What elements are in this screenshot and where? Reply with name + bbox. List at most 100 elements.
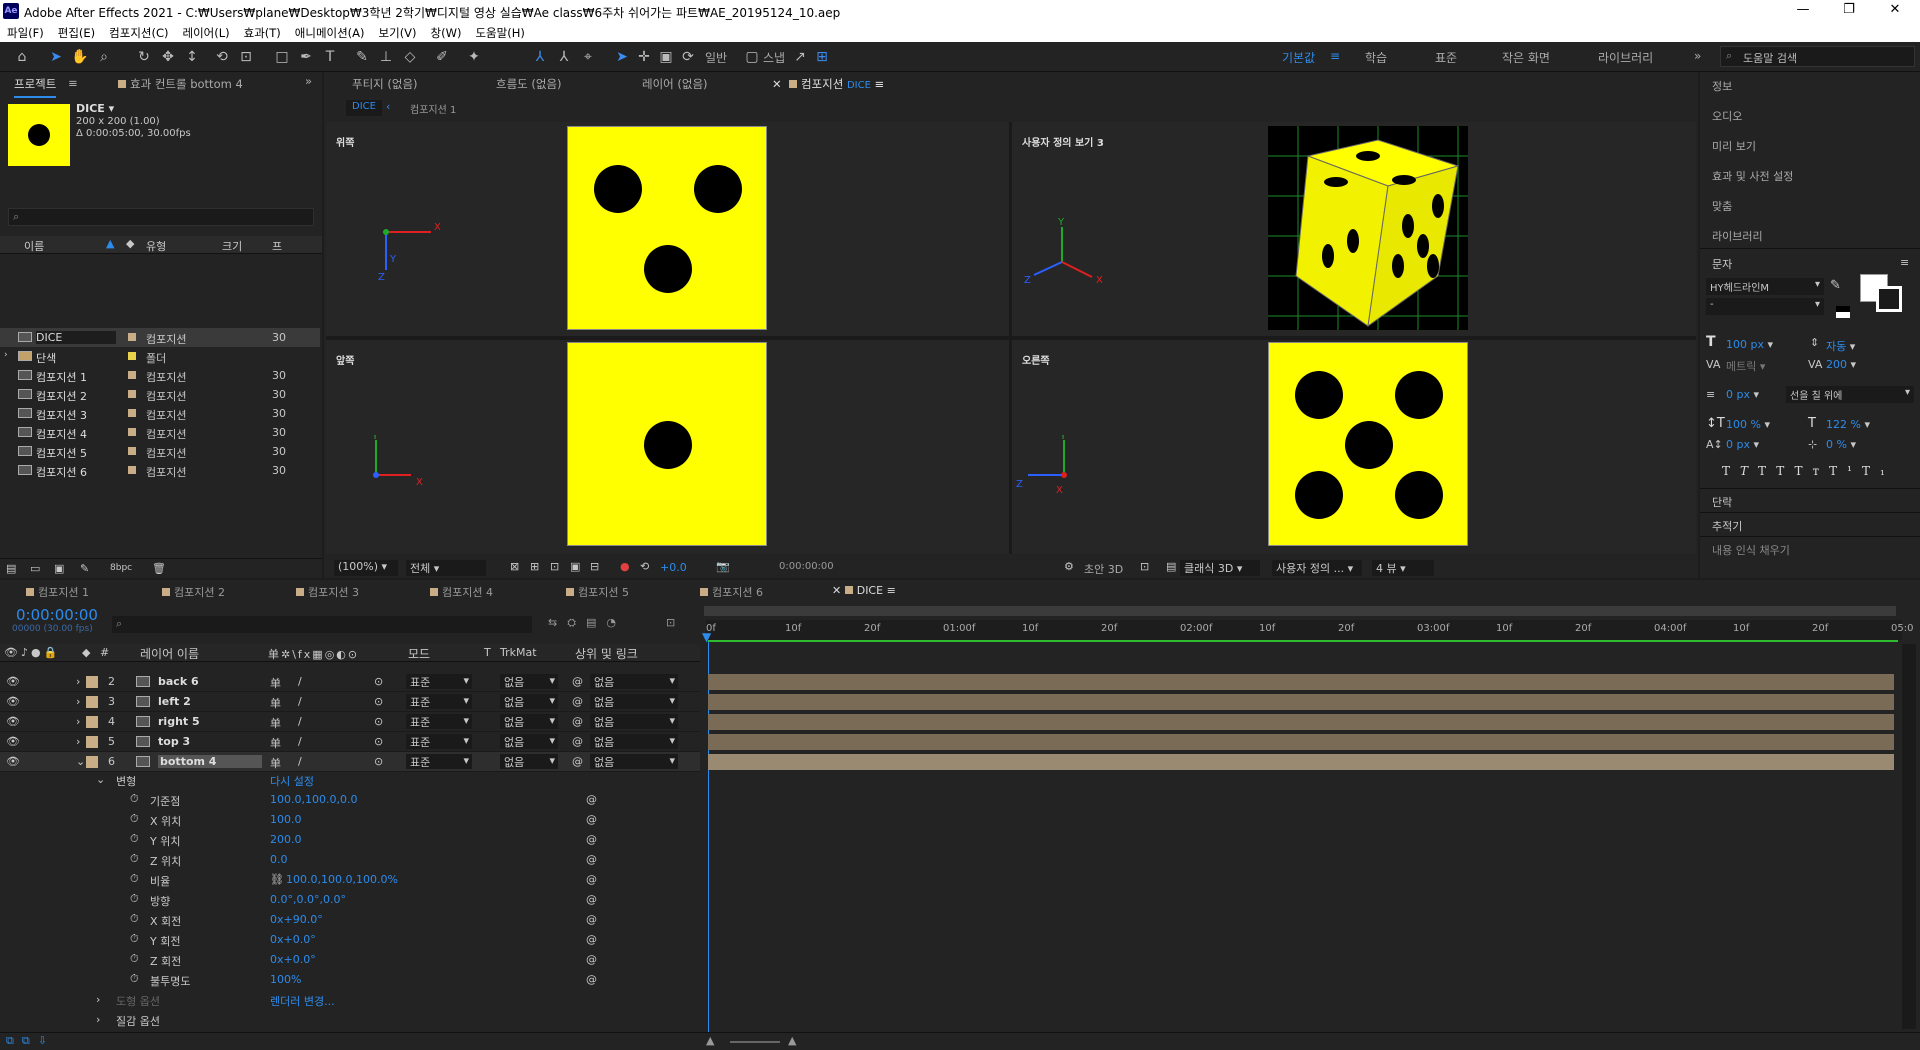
local-axis-icon[interactable]: ⅄: [530, 47, 550, 67]
blend-mode-dropdown[interactable]: 표준 ▾: [406, 674, 472, 689]
footer-toggle-icons[interactable]: ⧉⧉⇩: [6, 1034, 55, 1048]
baseline-value[interactable]: 0 px ▾: [1726, 438, 1759, 451]
layer-duration-bar[interactable]: [708, 734, 1894, 750]
layer-duration-bar[interactable]: [708, 694, 1894, 710]
label-swatch[interactable]: [128, 409, 136, 417]
stopwatch-icon[interactable]: ⏱: [130, 812, 139, 826]
project-row[interactable]: 컴포지션 6 컴포지션 30: [0, 461, 320, 480]
col-name[interactable]: 이름: [24, 238, 44, 254]
eye-icon[interactable]: 👁: [6, 695, 20, 708]
brush-tool-icon[interactable]: ✎: [352, 47, 372, 67]
tab-footage[interactable]: 푸티지 (없음): [352, 76, 418, 98]
property-value[interactable]: 100%: [270, 973, 301, 986]
project-row[interactable]: 컴포지션 2 컴포지션 30: [0, 385, 320, 404]
snap-target-icon[interactable]: ⊞: [812, 47, 832, 67]
property-value[interactable]: 0.0°,0.0°,0.0°: [270, 893, 346, 906]
label-swatch[interactable]: [128, 333, 136, 341]
layer-duration-bar[interactable]: [708, 714, 1894, 730]
expression-pickwhip-icon[interactable]: @: [586, 973, 597, 986]
timeline-switches[interactable]: ⇆⛭▤◔: [548, 616, 626, 630]
trackmatte-dropdown[interactable]: 없음 ▾: [500, 674, 558, 689]
snap-checkbox[interactable]: ▢: [742, 47, 762, 67]
col-t[interactable]: T: [484, 646, 491, 659]
default-colors-icon[interactable]: [1836, 306, 1850, 318]
content-aware-fill-title[interactable]: 내용 인식 채우기: [1712, 542, 1790, 558]
layer-duration-bar[interactable]: [708, 674, 1894, 690]
eye-icon[interactable]: 👁: [6, 675, 20, 688]
dolly-camera-icon[interactable]: ↕: [182, 47, 202, 67]
grid-icon[interactable]: ⊟: [590, 560, 599, 573]
zoom-tool-icon[interactable]: ⌕: [94, 47, 114, 67]
workspace-overflow-icon[interactable]: »: [1694, 49, 1701, 63]
rectangle-tool-icon[interactable]: □: [272, 47, 292, 67]
comp-name[interactable]: DICE ▾: [76, 102, 114, 115]
workspace-standard[interactable]: 표준: [1435, 49, 1457, 66]
expression-pickwhip-icon[interactable]: @: [586, 913, 597, 926]
world-axis-icon[interactable]: ⅄: [554, 47, 574, 67]
tab-effect-controls[interactable]: 효과 컨트롤 bottom 4: [130, 77, 243, 91]
right-panel-item[interactable]: 오디오: [1712, 108, 1742, 124]
shy-icon[interactable]: 单: [270, 735, 281, 751]
quality-icon[interactable]: /: [298, 755, 302, 768]
tracker-title[interactable]: 추적기: [1712, 518, 1742, 534]
renderer-dropdown[interactable]: 클래식 3D ▾: [1180, 560, 1260, 576]
kerning-value[interactable]: 메트릭 ▾: [1726, 358, 1765, 374]
vertical-scale-value[interactable]: 100 % ▾: [1726, 418, 1770, 431]
3d-layer-icon[interactable]: ⊙: [374, 735, 383, 748]
dice-face-front[interactable]: [567, 342, 767, 546]
home-icon[interactable]: ⌂: [12, 47, 32, 67]
expression-pickwhip-icon[interactable]: @: [586, 853, 597, 866]
tab-menu-icon[interactable]: ≡: [887, 584, 896, 597]
blend-mode-dropdown[interactable]: 표준 ▾: [406, 754, 472, 769]
trash-icon[interactable]: 🗑: [152, 562, 166, 575]
clone-stamp-icon[interactable]: ⊥: [376, 47, 396, 67]
quality-icon[interactable]: /: [298, 675, 302, 688]
workspace-learn[interactable]: 학습: [1365, 49, 1387, 66]
property-value[interactable]: 100.0: [270, 813, 302, 826]
orbit-camera-icon[interactable]: ↻: [134, 47, 154, 67]
menu-composition[interactable]: 컴포지션(C): [102, 22, 175, 44]
timeline-tab[interactable]: ✕ DICE ≡: [832, 584, 896, 597]
trackmatte-dropdown[interactable]: 없음 ▾: [500, 714, 558, 729]
menu-effect[interactable]: 효과(T): [237, 22, 288, 44]
col-layer-name[interactable]: 레이어 이름: [140, 645, 199, 662]
menu-view[interactable]: 보기(V): [372, 22, 424, 44]
workspace-small-screen[interactable]: 작은 화면: [1502, 49, 1550, 66]
breadcrumb-active[interactable]: DICE: [346, 100, 382, 116]
expression-pickwhip-icon[interactable]: @: [586, 933, 597, 946]
graph-editor-icon[interactable]: ⊡: [666, 616, 675, 629]
view-layout-dropdown[interactable]: 4 뷰 ▾: [1372, 560, 1434, 576]
renderer-change-link[interactable]: 렌더러 변경...: [270, 993, 335, 1009]
viewer-timecode[interactable]: 0:00:00:00: [779, 561, 834, 572]
expression-pickwhip-icon[interactable]: @: [586, 833, 597, 846]
timeline-tab[interactable]: 컴포지션 3: [296, 584, 359, 600]
stopwatch-icon[interactable]: ⏱: [130, 892, 139, 906]
mask-icon[interactable]: ⊡: [550, 560, 559, 573]
project-row[interactable]: › 단색 폴더: [0, 347, 320, 366]
eraser-tool-icon[interactable]: ◇: [400, 47, 420, 67]
layer-row[interactable]: 👁 › 4 right 5 单 / ⊙ 표준 ▾ 없음 ▾ @ 없음 ▾: [0, 712, 700, 732]
tab-flowchart[interactable]: 흐름도 (없음): [496, 76, 562, 98]
move-3d-icon[interactable]: ✛: [634, 47, 654, 67]
tab-project[interactable]: 프로젝트: [14, 76, 57, 98]
draft-3d-label[interactable]: 초안 3D: [1084, 561, 1123, 577]
label-swatch[interactable]: [128, 466, 136, 474]
property-value[interactable]: 0x+0.0°: [270, 933, 316, 946]
parent-dropdown[interactable]: 없음 ▾: [590, 694, 678, 709]
resolution-dropdown[interactable]: 전체 ▾: [406, 560, 486, 576]
type-tool-icon[interactable]: T: [320, 47, 340, 67]
shy-icon[interactable]: 单: [270, 715, 281, 731]
layer-row[interactable]: 👁 › 5 top 3 单 / ⊙ 표준 ▾ 없음 ▾ @ 없음 ▾: [0, 732, 700, 752]
3d-extended-icon[interactable]: ▤: [1166, 560, 1176, 573]
dice-face-right[interactable]: [1268, 342, 1468, 546]
project-row[interactable]: DICE 컴포지션 30: [0, 328, 320, 347]
close-button[interactable]: ✕: [1872, 2, 1918, 20]
dice-face-top[interactable]: [567, 126, 767, 330]
pickwhip-icon[interactable]: @: [572, 755, 583, 768]
3d-ground-icon[interactable]: ⊡: [1140, 560, 1149, 573]
layer-row[interactable]: 👁 › 2 back 6 单 / ⊙ 표준 ▾ 없음 ▾ @ 없음 ▾: [0, 672, 700, 692]
parent-dropdown[interactable]: 없음 ▾: [590, 714, 678, 729]
leading-value[interactable]: 자동 ▾: [1826, 338, 1855, 354]
stopwatch-icon[interactable]: ⏱: [130, 872, 139, 886]
tracking-value[interactable]: 200 ▾: [1826, 358, 1856, 371]
